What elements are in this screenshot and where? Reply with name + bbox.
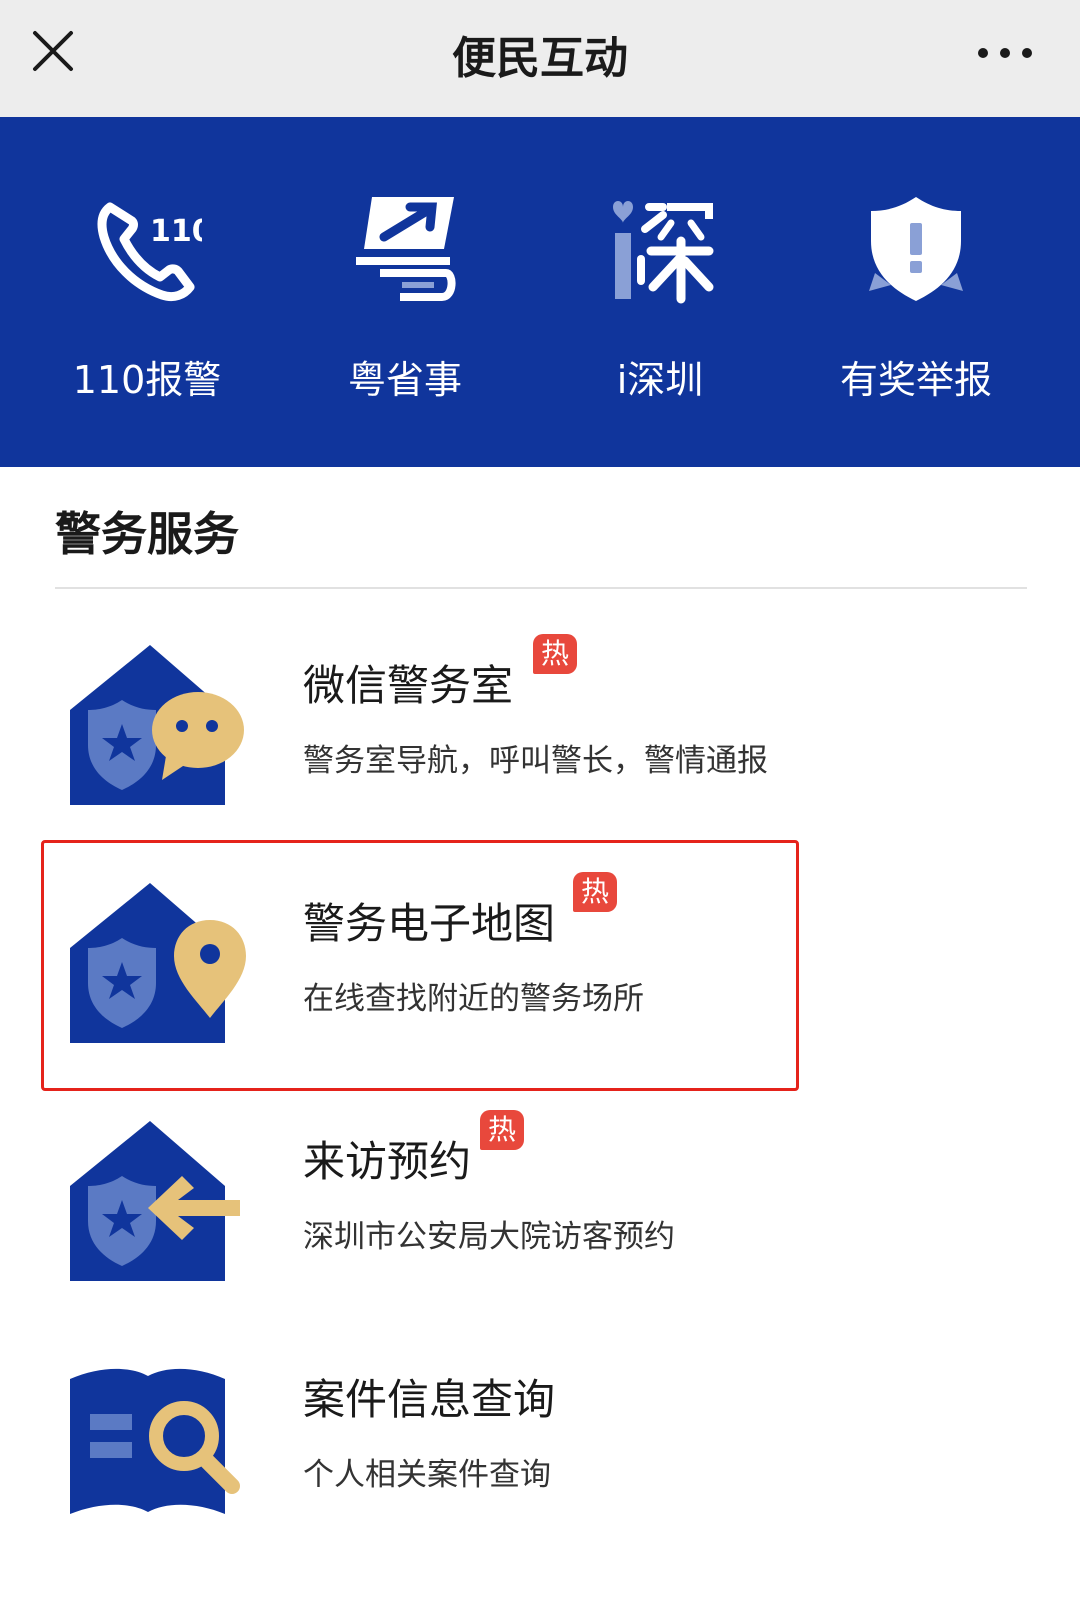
shortcut-ishenzhen[interactable]: i深圳 <box>525 117 795 467</box>
title-bar: 便民互动 <box>0 0 1080 117</box>
hot-badge: 热 <box>480 1110 524 1150</box>
i-shenzhen-logo-icon <box>613 201 714 304</box>
service-visit-appointment[interactable]: 来访预约 热 深圳市公安局大院访客预约 <box>40 1086 800 1331</box>
shortcut-110[interactable]: 110 110报警 <box>12 117 282 467</box>
hot-badge: 热 <box>533 634 577 674</box>
phone-110-icon: 110 <box>97 202 202 302</box>
shortcut-label: 110报警 <box>72 358 222 402</box>
section-title: 警务服务 <box>55 507 239 561</box>
svg-text:110: 110 <box>150 214 202 249</box>
service-desc: 警务室导航，呼叫警长，警情通报 <box>303 743 768 779</box>
police-chat-icon <box>70 645 244 805</box>
highlight-box <box>41 840 799 1091</box>
shield-alert-icon <box>869 197 963 301</box>
shortcut-label: 粤省事 <box>347 358 462 402</box>
service-desc: 深圳市公安局大院访客预约 <box>303 1219 675 1255</box>
case-search-icon <box>70 1368 240 1514</box>
service-name: 来访预约 <box>303 1137 472 1186</box>
service-wechat-police-room[interactable]: 微信警务室 热 警务室导航，呼叫警长，警情通报 <box>40 610 800 855</box>
page-title: 便民互动 <box>452 33 628 84</box>
shortcut-label: 有奖举报 <box>839 358 992 402</box>
shortcut-report[interactable]: 有奖举报 <box>781 117 1051 467</box>
service-desc: 个人相关案件查询 <box>303 1457 551 1493</box>
more-icon[interactable] <box>975 38 1035 68</box>
quick-links-banner: 110 110报警 粤省事 i深圳 <box>0 117 1080 467</box>
service-name: 案件信息查询 <box>303 1375 556 1424</box>
shortcut-label: i深圳 <box>616 358 704 402</box>
police-arrow-icon <box>70 1121 240 1281</box>
shortcut-yueshengshi[interactable]: 粤省事 <box>270 117 540 467</box>
divider <box>55 587 1027 589</box>
service-name: 微信警务室 <box>303 661 514 710</box>
service-case-query[interactable]: 案件信息查询 个人相关案件查询 <box>40 1324 800 1569</box>
yue-logo-icon <box>356 197 456 301</box>
